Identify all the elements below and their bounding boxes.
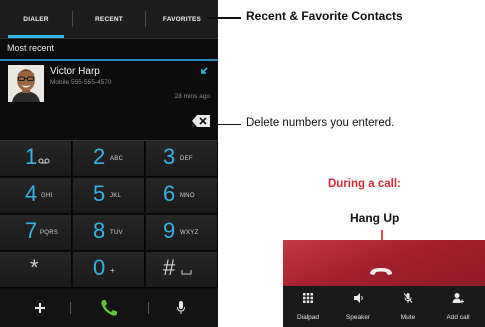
voicemail-icon <box>38 158 50 164</box>
incoming-call-arrow-icon <box>201 67 208 74</box>
key-letters: MNO <box>180 193 195 199</box>
annotation-hang-up: Hang Up <box>350 211 400 225</box>
space-icon <box>181 270 192 275</box>
call-time: 28 mins ago <box>174 93 210 100</box>
mute-microphone-icon <box>403 293 413 303</box>
key-1[interactable]: 1 <box>0 141 72 177</box>
key-6[interactable]: 6 MNO <box>146 178 218 214</box>
key-letters: DEF <box>180 156 193 162</box>
key-5[interactable]: 5 JKL <box>73 178 145 214</box>
annotation-during-call: During a call: <box>328 178 401 190</box>
section-header: Most recent <box>0 39 218 61</box>
annotation-contacts: Recent & Favorite Contacts <box>246 9 403 23</box>
contact-number: Mobile 555-555-4570 <box>50 79 112 86</box>
key-letters: ABC <box>110 156 124 162</box>
bar-divider <box>70 302 71 314</box>
annotation-delete: Delete numbers you entered. <box>246 117 395 129</box>
add-call-label: Add call <box>446 314 470 321</box>
key-digit: 2 <box>93 144 106 169</box>
add-call-button[interactable]: Add call <box>433 286 483 327</box>
key-9[interactable]: 9 WXYZ <box>146 215 218 251</box>
dialpad-icon <box>303 293 313 303</box>
backspace-icon[interactable] <box>191 114 211 128</box>
key-letters: WXYZ <box>180 230 199 236</box>
add-call-icon <box>452 293 464 304</box>
key-letters: GHI <box>41 193 53 199</box>
key-digit: # <box>163 255 176 280</box>
bar-divider <box>148 302 149 314</box>
plus-icon[interactable] <box>34 302 46 314</box>
tab-dialer[interactable]: DIALER <box>0 0 72 38</box>
digits-field[interactable] <box>0 107 218 141</box>
key-digit: 5 <box>93 181 106 206</box>
dialpad: 1 2 ABC 3 DEF 4 GHI 5 JKL 6 MNO 7 PQRS 8… <box>0 141 218 288</box>
bottom-action-bar <box>0 289 218 327</box>
key-digit: * <box>30 255 39 280</box>
microphone-icon[interactable] <box>177 301 185 315</box>
key-2[interactable]: 2 ABC <box>73 141 145 177</box>
call-controls: Dialpad Speaker Mute Add call <box>283 286 485 327</box>
key-letters: JKL <box>110 193 122 199</box>
mute-label: Mute <box>400 314 416 321</box>
key-7[interactable]: 7 PQRS <box>0 215 72 251</box>
hang-up-area <box>283 240 485 286</box>
key-0[interactable]: 0 + <box>73 252 145 288</box>
phone-screen: DIALER RECENT FAVORITES Most recent Vict… <box>0 0 218 327</box>
key-digit: 4 <box>25 181 38 206</box>
key-digit: 0 <box>93 255 106 280</box>
dialpad-button[interactable]: Dialpad <box>283 286 333 327</box>
key-digit: 6 <box>163 181 176 206</box>
speaker-button[interactable]: Speaker <box>333 286 383 327</box>
speaker-label: Speaker <box>345 314 371 321</box>
key-hash[interactable]: # <box>146 252 218 288</box>
key-letters: TUV <box>110 230 123 236</box>
key-digit: 7 <box>25 218 38 243</box>
avatar <box>8 65 44 102</box>
callout-line <box>213 124 241 125</box>
contact-name: Victor Harp <box>50 66 100 77</box>
key-letters: PQRS <box>40 230 59 236</box>
key-letters: + <box>110 266 115 275</box>
dialpad-label: Dialpad <box>296 314 320 321</box>
mute-button[interactable]: Mute <box>383 286 433 327</box>
section-title: Most recent <box>7 43 55 53</box>
hang-up-icon[interactable] <box>369 265 393 277</box>
key-digit: 9 <box>163 218 176 243</box>
in-call-panel: Dialpad Speaker Mute Add call <box>283 240 485 327</box>
key-8[interactable]: 8 TUV <box>73 215 145 251</box>
recent-contact-row[interactable]: Victor Harp Mobile 555-555-4570 28 mins … <box>0 61 218 107</box>
tab-bar: DIALER RECENT FAVORITES <box>0 0 218 39</box>
key-3[interactable]: 3 DEF <box>146 141 218 177</box>
key-digit: 3 <box>163 144 176 169</box>
tab-favorites[interactable]: FAVORITES <box>146 0 218 38</box>
key-digit: 8 <box>93 218 106 243</box>
key-star[interactable]: * <box>0 252 72 288</box>
tab-recent[interactable]: RECENT <box>73 0 145 38</box>
key-4[interactable]: 4 GHI <box>0 178 72 214</box>
callout-line <box>207 17 241 19</box>
key-digit: 1 <box>25 144 38 169</box>
speaker-icon <box>354 293 363 303</box>
phone-icon[interactable] <box>99 298 119 318</box>
